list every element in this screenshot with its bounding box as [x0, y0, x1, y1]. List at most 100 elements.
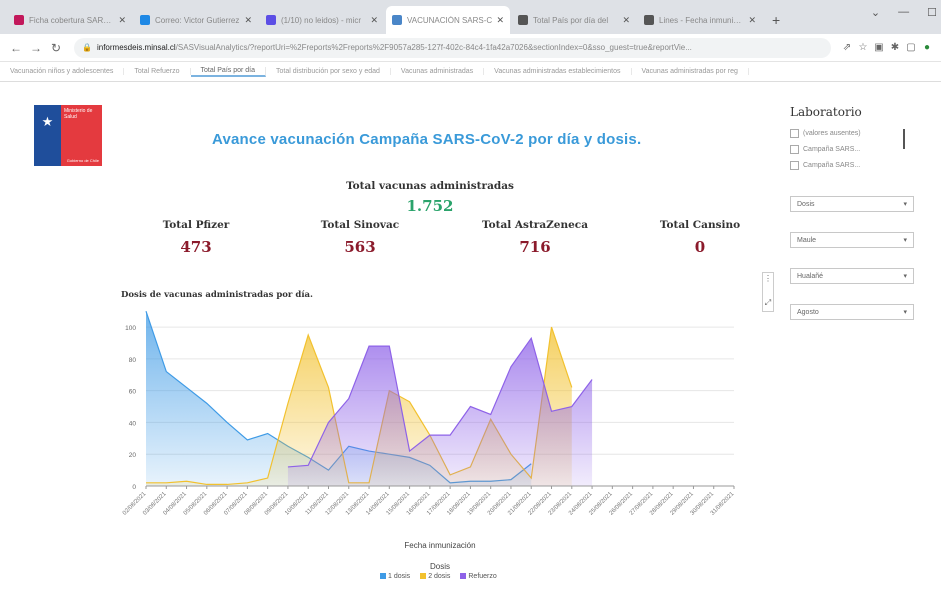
reload-icon[interactable]: ↻: [46, 41, 66, 55]
chevron-down-icon: ▾: [903, 201, 907, 208]
tab-close-icon[interactable]: ✕: [244, 15, 252, 26]
laboratorio-checkbox-item[interactable]: (valores ausentes): [790, 129, 930, 138]
tab-favicon-icon: [644, 15, 654, 25]
legend-swatch: [380, 573, 386, 580]
report-tab[interactable]: Vacunas administradas establecimientos: [484, 68, 632, 75]
browser-tab[interactable]: VACUNACIÓN SARS-C ✕: [386, 6, 510, 34]
laboratorio-title: Laboratorio: [790, 105, 862, 119]
tab-favicon-icon: [392, 15, 402, 25]
browser-tab-strip: Ficha cobertura SARS-C ✕ Correo: Victor Gu…: [0, 0, 941, 34]
browser-tab[interactable]: Correo: Victor Gutierrez ✕: [134, 6, 258, 34]
url-path: /SASVisualAnalytics/?reportUri=%2Freport…: [175, 43, 692, 52]
legend-title: Dosis: [429, 562, 450, 571]
x-axis-label: Fecha inmunización: [404, 541, 476, 550]
y-tick-label: 20: [129, 452, 137, 459]
legend-label: 2 dosis: [428, 573, 451, 580]
new-tab-button[interactable]: +: [772, 12, 780, 28]
checkbox-icon[interactable]: [790, 161, 799, 170]
tab-close-icon[interactable]: ✕: [748, 15, 756, 26]
puzzle-icon[interactable]: ✱: [887, 42, 903, 53]
total-vaccines-label: Total vacunas administradas: [346, 180, 514, 192]
bookmark-star-icon[interactable]: ☆: [855, 42, 871, 53]
legend-label: Refuerzo: [468, 573, 497, 580]
legend-label: 1 dosis: [388, 573, 411, 580]
checklist-scrollbar[interactable]: [903, 129, 905, 149]
dosis-dropdown[interactable]: Dosis ▾: [790, 196, 914, 212]
legend-item[interactable]: 1 dosis: [380, 573, 410, 580]
legend-swatch: [460, 573, 467, 580]
checkbox-icon[interactable]: [790, 129, 799, 138]
chart-title: Dosis de vacunas administradas por día.: [121, 290, 314, 300]
profile-icon[interactable]: ●: [919, 42, 935, 53]
y-tick-label: 100: [125, 325, 136, 332]
tab-title: Correo: Victor Gutierrez: [155, 15, 240, 25]
mes-dropdown-value: Agosto: [797, 308, 819, 316]
sidebar-icon[interactable]: ▢: [903, 42, 919, 53]
share-icon[interactable]: ⇗: [839, 42, 855, 53]
minimize-icon[interactable]: —: [898, 6, 909, 19]
report-tab[interactable]: Vacunación niños y adolescentes: [0, 68, 125, 75]
laboratorio-checkbox-item[interactable]: Campaña SARS...: [790, 161, 930, 170]
area-chart[interactable]: 02040608010002/08/202103/08/202104/08/20…: [110, 300, 750, 540]
region-dropdown[interactable]: Maule ▾: [790, 232, 914, 248]
legend-item[interactable]: 2 dosis: [420, 573, 450, 580]
comuna-dropdown-value: Hualañé: [797, 272, 824, 280]
tab-favicon-icon: [266, 15, 276, 25]
tab-favicon-icon: [14, 15, 24, 25]
astrazeneca-value: 716: [519, 238, 551, 256]
window-controls: ⌄ — ☐: [871, 6, 937, 19]
maximize-icon[interactable]: ☐: [927, 6, 937, 19]
comuna-dropdown[interactable]: Hualañé ▾: [790, 268, 914, 284]
tab-favicon-icon: [518, 15, 528, 25]
url-input[interactable]: 🔒 informesdeis.minsal.cl /SASVisualAnaly…: [74, 37, 831, 58]
chevron-down-icon: ▾: [903, 273, 907, 280]
y-tick-label: 0: [132, 484, 136, 491]
tab-title: Total País por día del: [533, 15, 609, 25]
browser-tab[interactable]: (1/10) no leidos) - micr ✕: [260, 6, 384, 34]
y-tick-label: 40: [129, 420, 137, 427]
report-tab[interactable]: Total País por día: [190, 66, 267, 77]
astrazeneca-label: Total AstraZeneca: [481, 219, 588, 231]
checkbox-label: Campaña SARS...: [803, 162, 861, 169]
filter-panel: Laboratorio (valores ausentes) Campaña SA…: [790, 105, 930, 320]
forward-arrow-icon[interactable]: →: [26, 41, 46, 55]
tab-close-icon[interactable]: ✕: [118, 15, 126, 26]
mes-dropdown[interactable]: Agosto ▾: [790, 304, 914, 320]
tab-title: Lines - Fecha inmunizac: [659, 15, 745, 25]
browser-tab[interactable]: Total País por día del ✕: [512, 6, 636, 34]
visual-menu-button[interactable]: ⋮ ⤢: [762, 272, 774, 312]
tab-close-icon[interactable]: ✕: [370, 15, 378, 26]
back-arrow-icon[interactable]: ←: [6, 41, 26, 55]
checkbox-label: (valores ausentes): [803, 130, 861, 137]
cansino-value: 0: [694, 238, 706, 256]
tab-close-icon[interactable]: ✕: [496, 15, 504, 26]
tab-title: Ficha cobertura SARS-C: [29, 15, 115, 25]
checkbox-icon[interactable]: [790, 145, 799, 154]
report-tab[interactable]: Vacunas administradas por reg: [632, 68, 749, 75]
sinovac-value: 563: [344, 238, 376, 256]
y-tick-label: 60: [129, 389, 137, 396]
legend-item[interactable]: Refuerzo: [460, 573, 497, 580]
url-host: informesdeis.minsal.cl: [96, 43, 176, 52]
report-tab[interactable]: Vacunas administradas: [391, 68, 485, 75]
laboratorio-checklist: (valores ausentes) Campaña SARS... Campaña…: [790, 129, 930, 170]
minimize-chevron-icon[interactable]: ⌄: [871, 6, 880, 19]
extension-icon[interactable]: ▣: [871, 42, 887, 53]
browser-tab[interactable]: Lines - Fecha inmunizac ✕: [638, 6, 762, 34]
lock-icon: 🔒: [82, 43, 92, 52]
tab-title: (1/10) no leidos) - micr: [281, 15, 362, 25]
dosis-dropdown-value: Dosis: [797, 200, 815, 208]
sinovac-label: Total Sinovac: [320, 219, 400, 231]
tab-close-icon[interactable]: ✕: [622, 15, 630, 26]
report-tab[interactable]: Total Refuerzo: [124, 68, 191, 75]
browser-tab[interactable]: Ficha cobertura SARS-C ✕: [8, 6, 132, 34]
total-vaccines-value: 1.752: [406, 197, 454, 215]
pfizer-value: 473: [180, 238, 212, 256]
laboratorio-checkbox-item[interactable]: Campaña SARS...: [790, 145, 930, 154]
address-bar-row: ← → ↻ 🔒 informesdeis.minsal.cl /SASVisua…: [0, 34, 941, 62]
star-icon: ★: [34, 105, 61, 139]
report-tab[interactable]: Total distribución por sexo y edad: [266, 68, 391, 75]
chart-legend: 1 dosis 2 dosis Refuerzo: [380, 573, 497, 580]
page-title: Avance vacunación Campaña SARS-CoV-2 por…: [212, 131, 642, 148]
checkbox-label: Campaña SARS...: [803, 146, 861, 153]
